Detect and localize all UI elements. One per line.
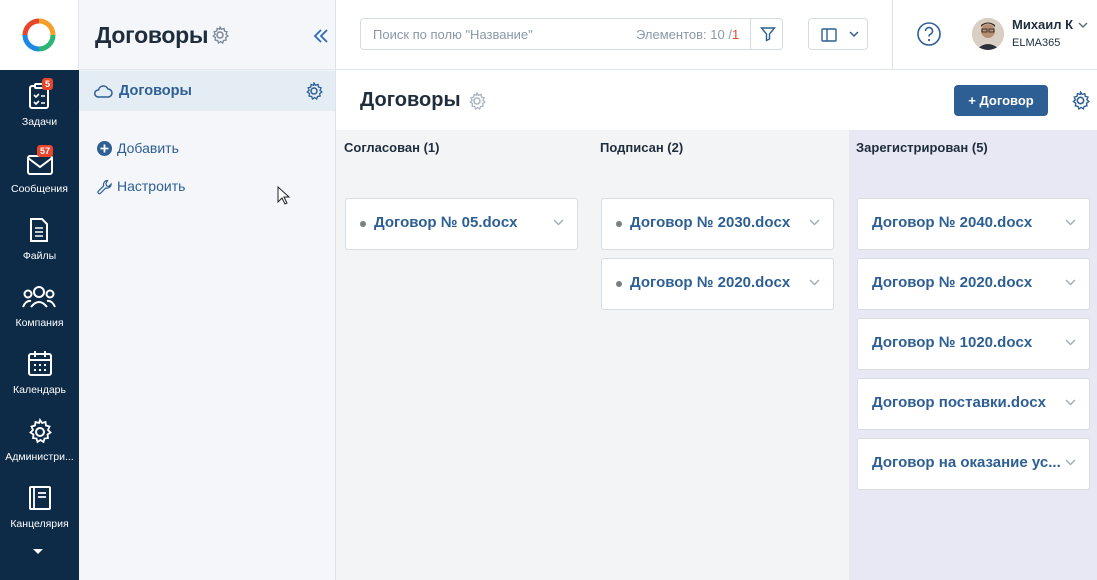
rail-item-label: Сообщения <box>11 183 68 195</box>
card-title[interactable]: Договор № 2020.docx <box>630 274 805 291</box>
tasks-badge: 5 <box>42 78 54 90</box>
user-photo <box>972 18 1004 50</box>
people-icon <box>22 286 56 308</box>
double-chevron-left-icon <box>313 29 328 43</box>
rail-item-label: Задачи <box>21 116 58 128</box>
card-title[interactable]: Договор № 2020.docx <box>872 274 1062 291</box>
kanban-card[interactable]: Договор № 2040.docx <box>857 198 1090 250</box>
search-placeholder: Поиск по полю "Название" <box>373 27 533 42</box>
elements-count: Элементов: 10 /1 <box>636 27 740 42</box>
kanban-board: Согласован (1) Договор № 05.docx Подписа… <box>336 130 1097 580</box>
view-mode-dropdown[interactable] <box>808 18 868 50</box>
chevron-down-icon[interactable] <box>809 279 820 286</box>
rail-more-chevron-icon[interactable] <box>33 549 43 554</box>
collapse-sidebar-button[interactable] <box>309 24 333 48</box>
rail-item-messages[interactable]: 57 Сообщения <box>0 145 79 207</box>
chevron-down-icon[interactable] <box>1065 459 1076 466</box>
chevron-down-icon[interactable] <box>1078 22 1088 29</box>
rail-item-calendar[interactable]: Календарь <box>0 346 79 408</box>
sidebar-add-label: Добавить <box>117 140 179 156</box>
messages-badge: 57 <box>37 145 54 157</box>
chevron-down-icon[interactable] <box>1065 339 1076 346</box>
card-title[interactable]: Договор № 2030.docx <box>630 214 805 231</box>
columns-view-icon <box>821 28 837 42</box>
kanban-card[interactable]: Договор поставки.docx <box>857 378 1090 430</box>
column-title: Зарегистрирован (5) <box>856 140 988 155</box>
help-icon[interactable] <box>917 22 941 46</box>
chevron-down-icon[interactable] <box>1065 219 1076 226</box>
rail-item-label: Компания <box>15 317 64 329</box>
rail-item-company[interactable]: Компания <box>0 279 79 341</box>
calendar-icon <box>28 351 52 376</box>
filter-button[interactable] <box>750 19 783 49</box>
user-org: ELMA365 <box>1012 37 1061 49</box>
status-dot <box>616 281 622 287</box>
rail-item-label: Администри... <box>5 451 74 463</box>
rail-item-admin[interactable]: Администри... <box>0 413 79 475</box>
app-rail: 5 Задачи 57 Сообщения Файлы Компания Кал… <box>0 0 79 580</box>
column-title: Подписан (2) <box>600 140 684 155</box>
card-title[interactable]: Договор № 1020.docx <box>872 334 1062 351</box>
user-name[interactable]: Михаил К <box>1012 17 1073 32</box>
kanban-card[interactable]: Договор на оказание ус... <box>857 438 1090 490</box>
file-icon <box>30 218 48 242</box>
rail-item-office[interactable]: Канцелярия <box>0 480 79 542</box>
book-icon <box>29 486 51 510</box>
chevron-down-icon[interactable] <box>553 219 564 226</box>
elma-logo-icon <box>22 18 56 52</box>
status-dot <box>360 221 366 227</box>
board-settings-gear-icon[interactable] <box>1071 91 1090 110</box>
rail-item-tasks[interactable]: 5 Задачи <box>0 78 79 140</box>
topbar-divider <box>892 0 893 70</box>
sidebar-divider <box>79 69 336 70</box>
search-input[interactable]: Поиск по полю "Название" Элементов: 10 /… <box>360 18 783 50</box>
page-settings-gear-icon[interactable] <box>468 92 486 110</box>
rail-item-label: Календарь <box>13 384 66 396</box>
app-logo[interactable] <box>0 0 79 70</box>
section-settings-gear-icon[interactable] <box>211 26 229 44</box>
user-avatar[interactable] <box>972 18 1004 50</box>
mouse-pointer-icon <box>277 186 291 205</box>
gear-icon <box>29 417 52 444</box>
page-title: Договоры <box>360 89 461 111</box>
kanban-card[interactable]: Договор № 2020.docx <box>601 258 834 310</box>
kanban-card[interactable]: Договор № 2020.docx <box>857 258 1090 310</box>
column-title: Согласован (1) <box>344 140 440 155</box>
status-dot <box>616 221 622 227</box>
card-title[interactable]: Договор на оказание ус... <box>872 454 1062 471</box>
sidebar-item-label: Договоры <box>119 83 192 99</box>
sidebar-item-contracts[interactable]: Договоры <box>79 71 335 111</box>
section-sidebar: Договоры Договоры Добавить Настроить <box>79 0 336 580</box>
sidebar-configure-label: Настроить <box>117 178 186 194</box>
chevron-down-icon[interactable] <box>809 219 820 226</box>
card-title[interactable]: Договор № 05.docx <box>374 214 549 231</box>
kanban-card[interactable]: Договор № 05.docx <box>345 198 578 250</box>
plus-circle-icon <box>97 141 112 156</box>
kanban-card[interactable]: Договор № 1020.docx <box>857 318 1090 370</box>
card-title[interactable]: Договор поставки.docx <box>872 394 1062 411</box>
rail-item-files[interactable]: Файлы <box>0 212 79 274</box>
add-contract-button[interactable]: + Договор <box>954 85 1048 116</box>
rail-item-label: Файлы <box>22 250 57 262</box>
chevron-down-icon <box>849 31 859 38</box>
item-settings-gear-icon[interactable] <box>305 82 323 100</box>
chevron-down-icon[interactable] <box>1065 399 1076 406</box>
top-bar: Поиск по полю "Название" Элементов: 10 /… <box>336 0 1097 70</box>
filter-icon <box>760 27 776 42</box>
cloud-icon <box>94 85 113 98</box>
wrench-icon <box>97 179 112 195</box>
chevron-down-icon[interactable] <box>1065 279 1076 286</box>
kanban-card[interactable]: Договор № 2030.docx <box>601 198 834 250</box>
card-title[interactable]: Договор № 2040.docx <box>872 214 1062 231</box>
rail-item-label: Канцелярия <box>10 518 69 530</box>
sidebar-title: Договоры <box>95 22 209 48</box>
